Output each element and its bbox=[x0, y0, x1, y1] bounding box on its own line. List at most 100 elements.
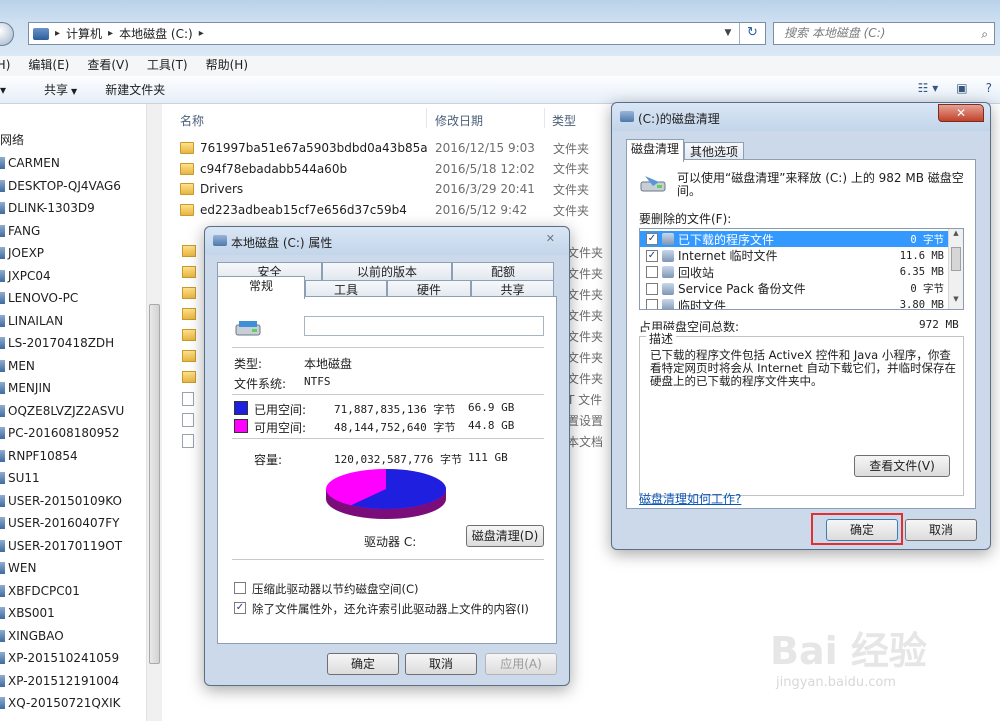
chevron-down-icon[interactable]: ▼ bbox=[719, 23, 737, 44]
menu-tools[interactable]: 工具(T) bbox=[138, 56, 197, 76]
sidebar-item-network-computer[interactable]: XBFDCPC01 bbox=[0, 581, 80, 601]
breadcrumb-separator-icon: ▸ bbox=[108, 28, 114, 39]
file-row[interactable]: c94f78ebadabb544a60b 2016/5/18 12:02 文件夹 bbox=[180, 159, 620, 179]
file-row[interactable]: ed223adbeab15cf7e656d37c59b4 2016/5/12 9:… bbox=[180, 200, 620, 220]
network-heading[interactable]: 网络 bbox=[0, 131, 24, 148]
sidebar-item-network-computer[interactable]: WEN bbox=[0, 558, 36, 578]
sidebar-item-network-computer[interactable]: USER-20160407FY bbox=[0, 513, 119, 533]
sidebar-item-network-computer[interactable]: XP-201512191004 bbox=[0, 671, 119, 691]
cleanup-list-item[interactable]: 临时文件 3.80 MB bbox=[640, 297, 949, 309]
apply-button[interactable]: 应用(A) bbox=[485, 653, 557, 675]
compress-label[interactable]: 压缩此驱动器以节约磁盘空间(C) bbox=[252, 581, 419, 597]
menu-file[interactable]: (H) bbox=[0, 56, 19, 76]
computer-icon bbox=[0, 427, 5, 439]
free-label: 可用空间: bbox=[254, 421, 307, 435]
item-checkbox[interactable]: ✓ bbox=[646, 233, 658, 245]
cleanup-list-item[interactable]: 回收站 6.35 MB bbox=[640, 264, 949, 280]
column-type[interactable]: 类型 bbox=[552, 112, 576, 129]
column-divider[interactable] bbox=[426, 108, 427, 128]
cleanup-list-item[interactable]: Service Pack 备份文件 0 字节 bbox=[640, 281, 949, 297]
index-checkbox[interactable]: ✓ bbox=[234, 602, 246, 614]
drive-name-input[interactable] bbox=[304, 316, 544, 336]
ok-button[interactable]: 确定 bbox=[327, 653, 399, 675]
new-folder-button[interactable]: 新建文件夹 bbox=[105, 81, 165, 98]
chevron-up-icon[interactable]: ▲ bbox=[949, 229, 963, 243]
compress-checkbox[interactable] bbox=[234, 582, 246, 594]
menu-edit[interactable]: 编辑(E) bbox=[19, 56, 78, 76]
organize-arrow-icon[interactable]: ▾ bbox=[0, 83, 6, 97]
breadcrumb-computer[interactable]: 计算机 bbox=[66, 25, 102, 42]
view-files-button[interactable]: 查看文件(V) bbox=[854, 455, 950, 477]
sidebar-item-network-computer[interactable]: JXPC04 bbox=[0, 266, 51, 286]
sidebar-item-network-computer[interactable]: XQ-20150721QXIK bbox=[0, 693, 120, 713]
item-checkbox[interactable] bbox=[646, 266, 658, 278]
chevron-down-icon[interactable]: ▼ bbox=[949, 295, 963, 309]
search-input[interactable]: 搜索 本地磁盘 (C:) ⌕ bbox=[773, 22, 995, 45]
column-name[interactable]: 名称 bbox=[180, 112, 204, 129]
item-checkbox[interactable] bbox=[646, 282, 658, 295]
file-type: T 文件 bbox=[567, 393, 603, 407]
sidebar-item-network-computer[interactable]: DESKTOP-QJ4VAG6 bbox=[0, 176, 121, 196]
sidebar-item-network-computer[interactable]: SU11 bbox=[0, 468, 40, 488]
sidebar-item-network-computer[interactable]: XP-201510241059 bbox=[0, 648, 119, 668]
file-row[interactable]: 761997ba51e67a5903bdbd0a43b85a 2016/12/15… bbox=[180, 138, 620, 158]
sidebar-item-network-computer[interactable]: XBS001 bbox=[0, 603, 55, 623]
item-checkbox[interactable] bbox=[646, 299, 658, 309]
tab-previous-versions[interactable]: 以前的版本 bbox=[322, 262, 452, 282]
column-divider[interactable] bbox=[544, 108, 545, 128]
item-size: 0 字节 bbox=[910, 283, 944, 295]
close-icon[interactable]: ✕ bbox=[546, 232, 555, 245]
column-date[interactable]: 修改日期 bbox=[435, 112, 483, 129]
sidebar-item-network-computer[interactable]: OQZE8LVZJZ2ASVU bbox=[0, 401, 124, 421]
sidebar-item-network-computer[interactable]: JOEXP bbox=[0, 243, 44, 263]
refresh-icon[interactable]: ↻ bbox=[739, 23, 765, 44]
sidebar-item-network-computer[interactable]: XINGBAO bbox=[0, 626, 64, 646]
nav-scroll-thumb[interactable] bbox=[149, 304, 160, 664]
nav-scrollbar[interactable] bbox=[146, 104, 162, 721]
sidebar-item-network-computer[interactable]: LS-20170418ZDH bbox=[0, 333, 114, 353]
cancel-button[interactable]: 取消 bbox=[405, 653, 477, 675]
preview-pane-icon[interactable]: ▣ bbox=[956, 81, 967, 95]
files-to-delete-list[interactable]: ✓ 已下载的程序文件 0 字节 ✓ Internet 临时文件 11.6 MB 回收站 6.3… bbox=[639, 228, 964, 310]
index-label[interactable]: 除了文件属性外，还允许索引此驱动器上文件的内容(I) bbox=[252, 601, 529, 617]
cleanup-list-item[interactable]: ✓ Internet 临时文件 11.6 MB bbox=[640, 248, 949, 264]
file-row[interactable]: Drivers 2016/3/29 20:41 文件夹 bbox=[180, 179, 620, 199]
cancel-button[interactable]: 取消 bbox=[905, 519, 977, 541]
tab-quota[interactable]: 配额 bbox=[452, 262, 554, 282]
file-date: 2016/12/15 9:03 bbox=[435, 141, 535, 155]
list-scrollbar[interactable]: ▲ ▼ bbox=[948, 229, 963, 309]
disk-cleanup-button[interactable]: 磁盘清理(D) bbox=[466, 525, 544, 547]
sidebar-item-network-computer[interactable]: LINAILAN bbox=[0, 311, 63, 331]
sidebar-item-label: MENJIN bbox=[8, 381, 51, 395]
sidebar-item-network-computer[interactable]: DLINK-1303D9 bbox=[0, 198, 95, 218]
sidebar-item-network-computer[interactable]: USER-20150109KO bbox=[0, 491, 122, 511]
file-type: 文件夹 bbox=[567, 351, 604, 365]
sidebar-item-network-computer[interactable]: PC-201608180952 bbox=[0, 423, 120, 443]
sidebar-item-network-computer[interactable]: FANG bbox=[0, 221, 40, 241]
tab-general[interactable]: 常规 bbox=[217, 276, 305, 299]
back-button[interactable] bbox=[0, 22, 14, 46]
address-bar[interactable]: ▸ 计算机 ▸ 本地磁盘 (C:) ▸ ▼ ↻ bbox=[28, 22, 766, 45]
menu-view[interactable]: 查看(V) bbox=[78, 56, 138, 76]
sidebar-item-network-computer[interactable]: CARMEN bbox=[0, 153, 60, 173]
cleanup-list-item[interactable]: ✓ 已下载的程序文件 0 字节 bbox=[640, 231, 949, 247]
sidebar-item-network-computer[interactable]: RNPF10854 bbox=[0, 446, 78, 466]
close-icon[interactable]: ✕ bbox=[938, 104, 984, 122]
menu-help[interactable]: 帮助(H) bbox=[197, 56, 257, 76]
how-cleanup-works-link[interactable]: 磁盘清理如何工作? bbox=[639, 490, 741, 507]
share-button[interactable]: 共享 ▼ bbox=[44, 81, 77, 98]
sidebar-item-network-computer[interactable]: LENOVO-PC bbox=[0, 288, 78, 308]
list-scroll-thumb[interactable] bbox=[951, 247, 961, 271]
help-icon[interactable]: ? bbox=[986, 81, 992, 95]
sidebar-item-network-computer[interactable]: MEN bbox=[0, 356, 35, 376]
breadcrumb-local-disk[interactable]: 本地磁盘 (C:) bbox=[119, 25, 193, 42]
document-icon bbox=[182, 392, 194, 406]
sidebar-item-network-computer[interactable]: MENJIN bbox=[0, 378, 51, 398]
intro-text: 可以使用“磁盘清理”来释放 (C:) 上的 982 MB 磁盘空间。 bbox=[677, 171, 964, 198]
tab-disk-cleanup[interactable]: 磁盘清理 bbox=[626, 139, 684, 162]
file-type: 置设置 bbox=[567, 414, 604, 428]
view-options-icon[interactable]: ☷ ▾ bbox=[918, 81, 939, 95]
item-checkbox[interactable]: ✓ bbox=[646, 249, 658, 262]
sidebar-item-network-computer[interactable]: USER-20170119OT bbox=[0, 536, 122, 556]
item-size: 0 字节 bbox=[910, 233, 944, 246]
